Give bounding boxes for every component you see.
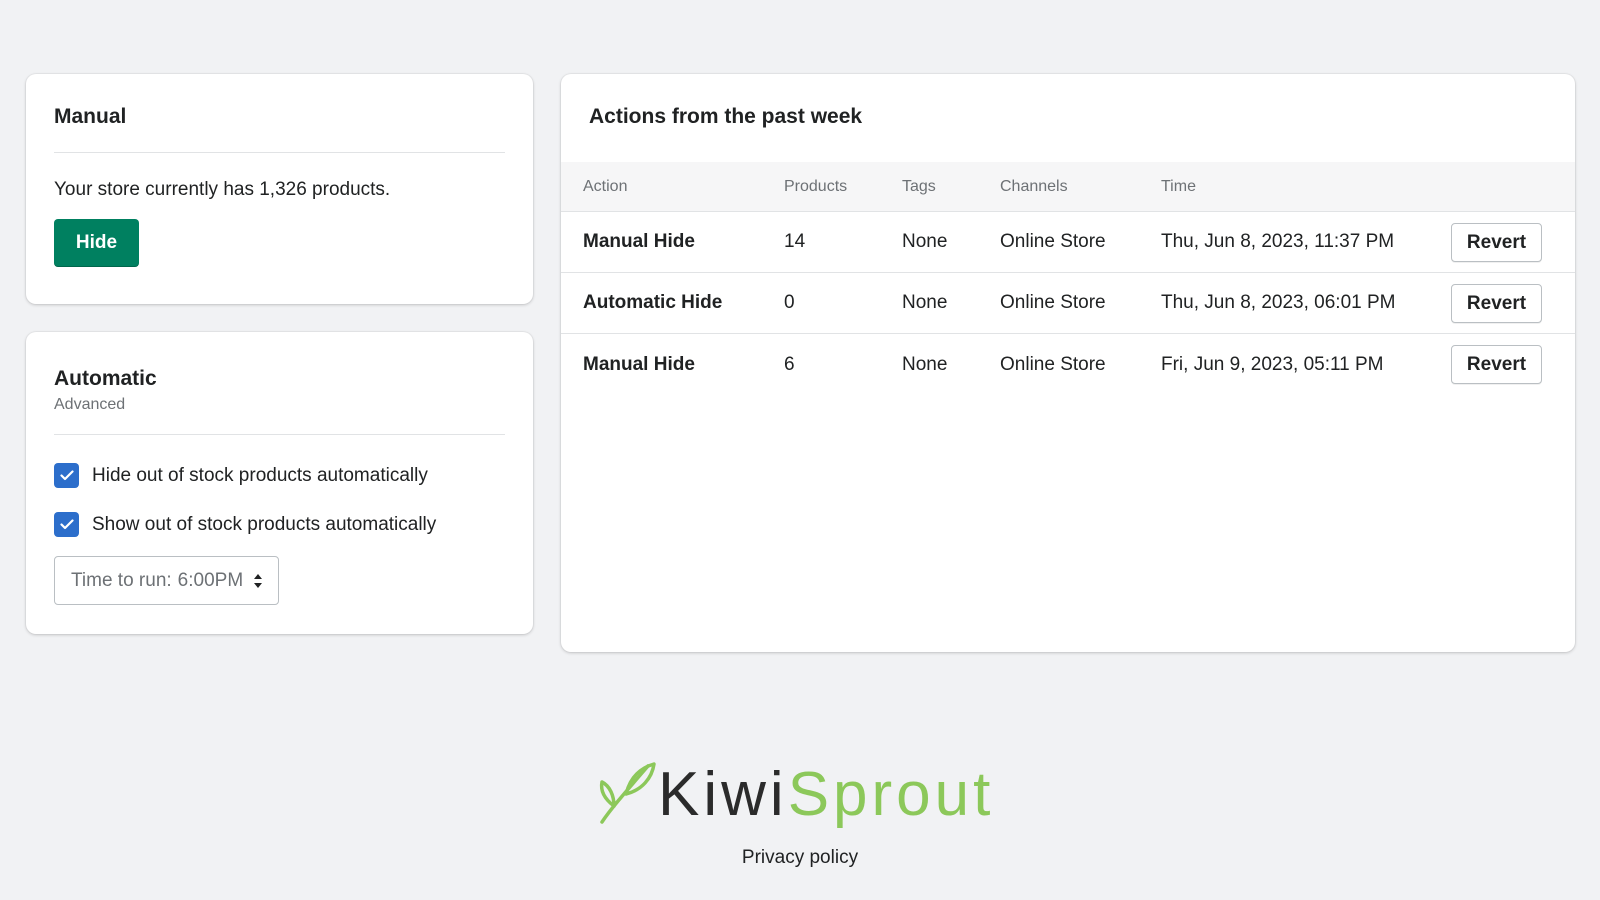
automatic-divider xyxy=(54,434,505,435)
show-out-of-stock-option[interactable]: Show out of stock products automatically xyxy=(54,512,505,537)
actions-title: Actions from the past week xyxy=(589,105,863,128)
column-header-products: Products xyxy=(784,177,848,195)
table-row: Automatic Hide 0 None Online Store Thu, … xyxy=(561,273,1575,334)
column-header-time: Time xyxy=(1161,177,1196,195)
row-time: Fri, Jun 9, 2023, 05:11 PM xyxy=(1161,353,1384,375)
automatic-card: Automatic Advanced Hide out of stock pro… xyxy=(26,332,533,634)
row-time: Thu, Jun 8, 2023, 06:01 PM xyxy=(1161,292,1396,313)
row-action: Automatic Hide xyxy=(583,292,723,313)
row-action: Manual Hide xyxy=(583,353,695,375)
show-out-of-stock-checkbox[interactable] xyxy=(54,512,79,537)
actions-card: Actions from the past week Action Produc… xyxy=(561,74,1575,652)
hide-button[interactable]: Hide xyxy=(54,219,139,267)
checkmark-icon xyxy=(59,470,74,481)
row-tags: None xyxy=(902,292,948,313)
show-out-of-stock-label: Show out of stock products automatically xyxy=(92,513,437,535)
row-channels: Online Store xyxy=(1000,353,1106,375)
time-select-prefix: Time to run: xyxy=(71,569,172,591)
row-products: 0 xyxy=(784,292,795,313)
sprout-leaf-icon xyxy=(599,762,656,824)
kiwisprout-logo: Kiwi Sprout xyxy=(596,760,994,826)
product-count-text: Your store currently has 1,326 products. xyxy=(54,179,391,200)
row-tags: None xyxy=(902,353,948,375)
automatic-subtitle: Advanced xyxy=(54,396,126,413)
row-channels: Online Store xyxy=(1000,231,1106,252)
actions-table: Action Products Tags Channels Time Manua… xyxy=(561,162,1575,395)
select-arrows-icon xyxy=(253,573,263,589)
row-products: 14 xyxy=(784,231,806,252)
row-time: Thu, Jun 8, 2023, 11:37 PM xyxy=(1161,231,1395,252)
checkmark-icon xyxy=(59,519,74,530)
revert-button[interactable]: Revert xyxy=(1451,223,1542,262)
row-tags: None xyxy=(902,231,948,252)
revert-button[interactable]: Revert xyxy=(1451,284,1542,323)
time-to-run-select[interactable]: Time to run: 6:00PM xyxy=(54,556,279,605)
column-header-channels: Channels xyxy=(1000,177,1068,195)
logo-text-sprout: Sprout xyxy=(787,760,995,829)
manual-title: Manual xyxy=(54,105,127,128)
hide-out-of-stock-checkbox[interactable] xyxy=(54,463,79,488)
manual-divider xyxy=(54,152,505,153)
logo-text-kiwi: Kiwi xyxy=(658,760,788,829)
hide-out-of-stock-option[interactable]: Hide out of stock products automatically xyxy=(54,463,505,488)
time-select-value: 6:00PM xyxy=(177,569,244,591)
table-row: Manual Hide 14 None Online Store Thu, Ju… xyxy=(561,212,1575,273)
table-row: Manual Hide 6 None Online Store Fri, Jun… xyxy=(561,334,1575,395)
row-channels: Online Store xyxy=(1000,292,1106,313)
row-products: 6 xyxy=(784,353,795,375)
revert-button[interactable]: Revert xyxy=(1451,345,1542,384)
automatic-title: Automatic xyxy=(54,367,157,390)
manual-card: Manual Your store currently has 1,326 pr… xyxy=(26,74,533,304)
hide-out-of-stock-label: Hide out of stock products automatically xyxy=(92,464,428,486)
table-header: Action Products Tags Channels Time xyxy=(561,162,1575,212)
column-header-action: Action xyxy=(583,177,628,195)
column-header-tags: Tags xyxy=(902,177,936,195)
privacy-policy-link[interactable]: Privacy policy xyxy=(0,847,1600,869)
row-action: Manual Hide xyxy=(583,231,695,252)
